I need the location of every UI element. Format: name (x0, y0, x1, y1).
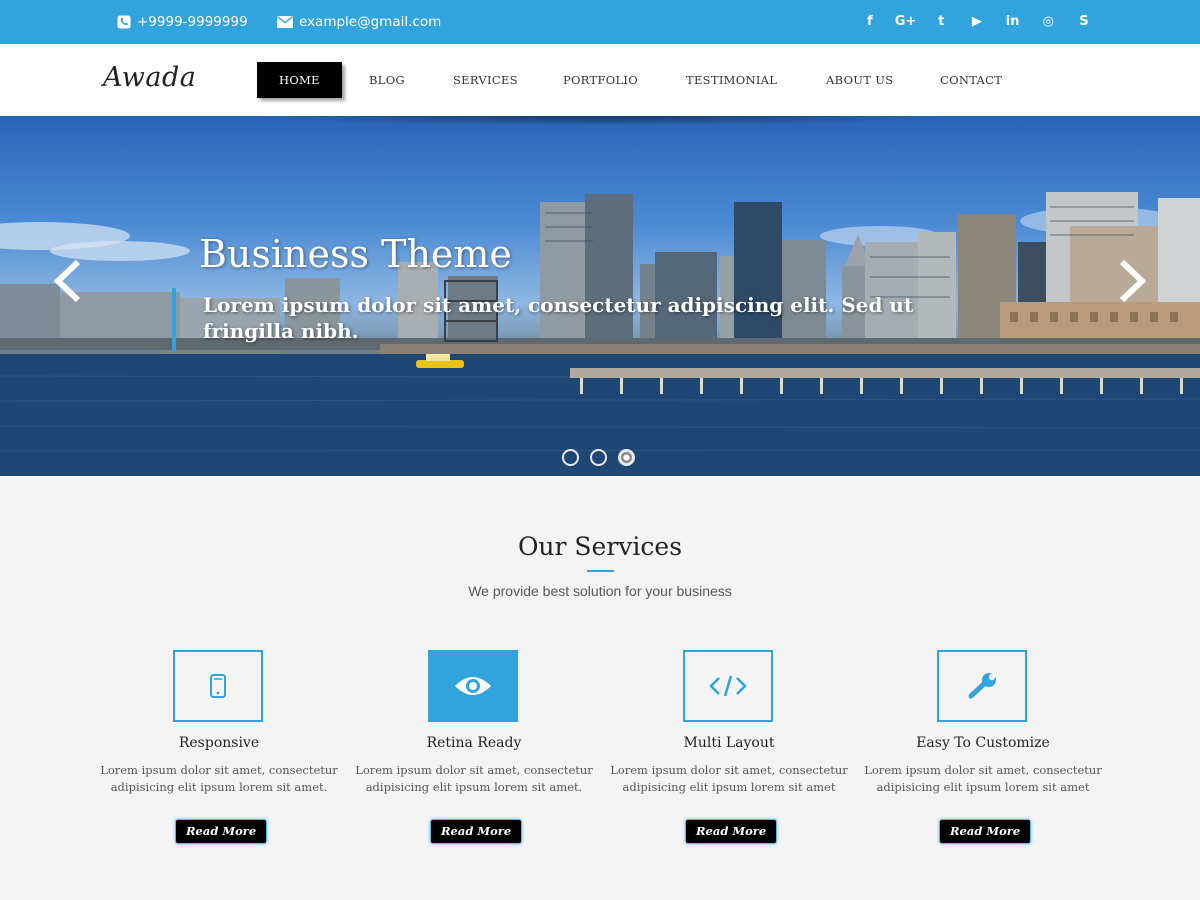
service-name: Easy To Customize (916, 735, 1050, 751)
slider-dot-3[interactable] (618, 449, 635, 466)
service-description: Lorem ipsum dolor sit amet, consectetur … (610, 763, 848, 794)
linkedin-icon[interactable]: in (995, 11, 1031, 33)
service-icon-box[interactable] (683, 650, 773, 722)
dribbble-icon[interactable]: ◎ (1030, 11, 1066, 33)
header-shadow (250, 116, 950, 126)
social-links: f G+ t ▶ in ◎ S (852, 11, 1102, 33)
service-description: Lorem ipsum dolor sit amet, consectetur … (355, 763, 593, 794)
hero-accent-bar (172, 288, 176, 351)
skype-icon[interactable]: S (1066, 11, 1102, 33)
slider-pagination (562, 449, 635, 466)
services-subtitle: We provide best solution for your busine… (468, 583, 732, 599)
twitter-icon[interactable]: t (923, 11, 959, 33)
email-text: example@gmail.com (299, 14, 442, 30)
slider-dot-1[interactable] (562, 449, 579, 466)
services-title-underline (587, 570, 614, 572)
phone-icon (117, 15, 131, 29)
nav-portfolio[interactable]: PORTFOLIO (563, 62, 638, 98)
nav-about-us[interactable]: ABOUT US (826, 62, 893, 98)
nav-contact[interactable]: CONTACT (940, 62, 1002, 98)
hero-slider: Business Theme Lorem ipsum dolor sit ame… (0, 116, 1200, 476)
service-description: Lorem ipsum dolor sit amet, consectetur … (864, 763, 1102, 794)
hero-title: Business Theme (199, 232, 512, 276)
slider-dot-2[interactable] (590, 449, 607, 466)
read-more-button[interactable]: Read More (430, 819, 523, 844)
facebook-icon[interactable]: f (852, 11, 888, 33)
service-name: Multi Layout (683, 735, 775, 751)
youtube-icon[interactable]: ▶ (959, 11, 995, 33)
site-logo[interactable]: Awada (103, 62, 196, 93)
read-more-button[interactable]: Read More (685, 819, 778, 844)
service-name: Retina Ready (426, 735, 522, 751)
site-header: Awada HOME BLOG SERVICES PORTFOLIO TESTI… (0, 44, 1200, 116)
envelope-icon (277, 16, 293, 28)
nav-home[interactable]: HOME (257, 62, 342, 98)
read-more-button[interactable]: Read More (175, 819, 268, 844)
service-description: Lorem ipsum dolor sit amet, consectetur … (100, 763, 338, 794)
hero-subtitle: Lorem ipsum dolor sit amet, consectetur … (203, 293, 914, 343)
google-plus-icon[interactable]: G+ (888, 11, 924, 33)
read-more-button[interactable]: Read More (939, 819, 1032, 844)
top-bar: +9999-9999999 example@gmail.com f G+ t ▶… (0, 0, 1200, 44)
phone-text: +9999-9999999 (137, 14, 248, 30)
nav-services[interactable]: SERVICES (453, 62, 518, 98)
code-icon (709, 675, 747, 697)
contact-phone[interactable]: +9999-9999999 (117, 12, 248, 32)
service-icon-box[interactable] (428, 650, 518, 722)
service-icon-box[interactable] (173, 650, 263, 722)
slider-next-arrow[interactable] (1114, 258, 1150, 304)
service-name: Responsive (178, 735, 260, 751)
nav-blog[interactable]: BLOG (369, 62, 405, 98)
service-icon-box[interactable] (937, 650, 1027, 722)
mobile-icon (210, 674, 226, 698)
wrench-icon (968, 673, 996, 699)
services-title: Our Services (517, 532, 683, 561)
contact-email[interactable]: example@gmail.com (277, 12, 441, 32)
eye-icon (455, 677, 491, 695)
slider-prev-arrow[interactable] (50, 258, 86, 304)
nav-testimonial[interactable]: TESTIMONIAL (686, 62, 777, 98)
